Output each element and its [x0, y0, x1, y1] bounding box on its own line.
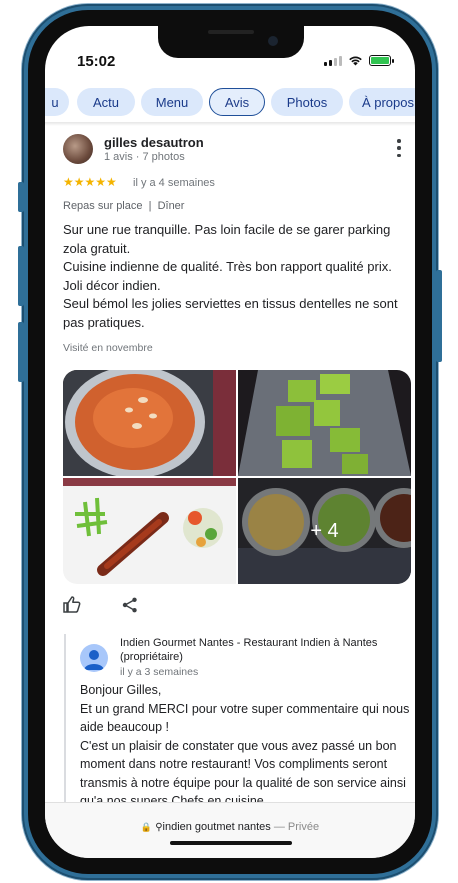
- phone-screen: 15:02 u Actu Menu Avis Photos À propos g…: [45, 26, 415, 858]
- reply-line: C'est un plaisir de constater que vous a…: [80, 738, 406, 809]
- owner-reply-date: il y a 3 semaines: [120, 666, 199, 678]
- volume-up-button: [18, 246, 24, 306]
- url-query: indien goutmet nantes: [162, 821, 271, 833]
- home-indicator[interactable]: [170, 841, 292, 845]
- owner-name: Indien Gourmet Nantes - Restaurant Indie…: [120, 637, 378, 663]
- lock-icon: 🔒: [140, 822, 153, 832]
- review-line: Sur une rue tranquille. Pas loin facile …: [63, 222, 391, 256]
- reply-line: Et un grand MERCI pour votre super comme…: [80, 701, 410, 735]
- power-button: [436, 270, 442, 362]
- review-line: Joli décor indien.: [63, 277, 161, 293]
- front-camera: [268, 36, 278, 46]
- wifi-icon: [349, 56, 362, 66]
- signal-icon: [324, 55, 342, 66]
- tab-menu[interactable]: Menu: [141, 88, 203, 116]
- tab-photos[interactable]: Photos: [271, 88, 343, 116]
- tabs-divider: [45, 122, 415, 126]
- status-icons: [324, 55, 394, 66]
- photo-green-dessert[interactable]: [238, 370, 411, 476]
- url-text[interactable]: 🔒 ⚲indien goutmet nantes — Privée: [45, 821, 415, 833]
- status-time: 15:02: [77, 53, 116, 70]
- reviewer-meta: 1 avis · 7 photos: [104, 151, 185, 163]
- review-photos: + 4: [63, 370, 411, 584]
- tab-partial[interactable]: u: [45, 88, 69, 116]
- volume-down-button: [18, 322, 24, 382]
- thumbs-up-icon[interactable]: [63, 596, 81, 613]
- reply-line: Bonjour Gilles,: [80, 683, 162, 697]
- owner-avatar: [80, 644, 108, 672]
- review-line: Seul bémol les jolies serviettes en tiss…: [63, 296, 398, 330]
- more-photos-overlay[interactable]: + 4: [238, 478, 411, 584]
- speaker: [208, 30, 254, 34]
- tab-actu[interactable]: Actu: [77, 88, 135, 116]
- review-line: Cuisine indienne de qualité. Très bon ra…: [63, 259, 392, 274]
- reviewer-name[interactable]: gilles desautron: [104, 135, 204, 150]
- battery-charging-icon: [369, 55, 394, 66]
- meal-tags: Repas sur place | Dîner: [63, 200, 185, 212]
- tab-avis[interactable]: Avis: [209, 88, 265, 116]
- photo-chutneys[interactable]: + 4: [238, 478, 411, 584]
- visit-date: Visité en novembre: [63, 342, 153, 354]
- tab-a-propos[interactable]: À propos: [349, 88, 415, 116]
- share-icon[interactable]: [122, 597, 138, 613]
- photo-curry[interactable]: [63, 370, 236, 478]
- owner-reply-text: Bonjour Gilles, Et un grand MERCI pour v…: [80, 681, 410, 811]
- review-date: il y a 4 semaines: [133, 177, 215, 189]
- section-tabs: u Actu Menu Avis Photos À propos: [45, 88, 415, 120]
- rating-stars: ★★★★★: [63, 175, 117, 189]
- review-text: Sur une rue tranquille. Pas loin facile …: [63, 221, 413, 332]
- url-bar[interactable]: 🔒 ⚲indien goutmet nantes — Privée: [45, 802, 415, 858]
- notch: [158, 26, 304, 58]
- search-icon: ⚲: [155, 822, 163, 833]
- private-mode-label: — Privée: [273, 821, 320, 833]
- photo-tandoori[interactable]: [63, 478, 236, 584]
- silent-switch: [18, 182, 24, 212]
- reply-divider: [64, 634, 66, 806]
- reviewer-avatar[interactable]: [63, 134, 93, 164]
- more-options-icon[interactable]: [395, 139, 403, 157]
